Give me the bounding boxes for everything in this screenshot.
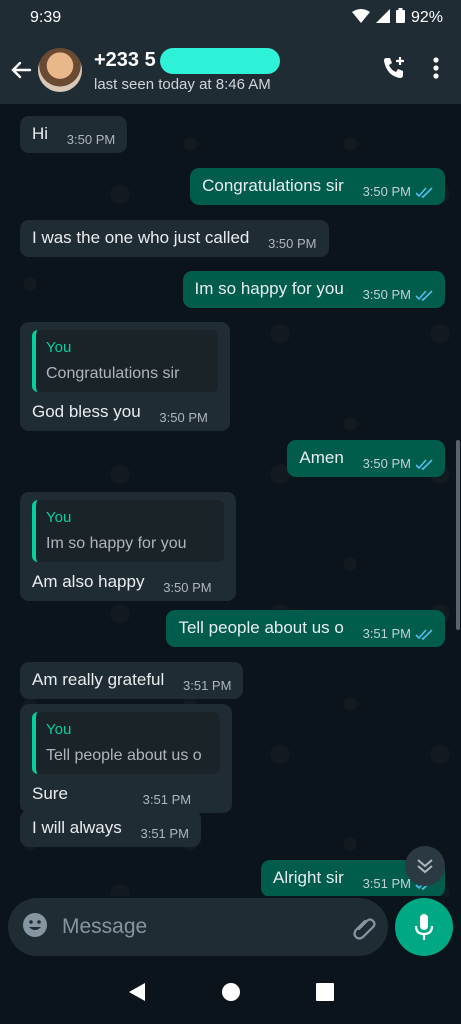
signal-icon — [375, 8, 390, 28]
message-text: Am really grateful — [32, 670, 165, 689]
quote-author: You — [46, 509, 72, 526]
more-vert-icon[interactable] — [433, 56, 439, 84]
time-label: 3:51 PM — [142, 792, 192, 807]
message-incoming-reply[interactable]: You Im so happy for you Am also happy 3:… — [20, 492, 236, 601]
attach-icon[interactable] — [351, 913, 377, 941]
time-label: 3:51 PM — [362, 626, 411, 641]
message-composer — [8, 898, 420, 956]
quote-text: Congratulations sir — [46, 365, 180, 382]
time-label: 3:51 PM — [183, 678, 232, 693]
message-time: 3:51 PM — [363, 624, 433, 644]
message-text: Im so happy for you — [194, 279, 344, 298]
mic-button[interactable] — [395, 898, 453, 956]
message-input[interactable] — [62, 915, 333, 939]
nav-home-icon[interactable] — [221, 982, 241, 1007]
quote-text: Im so happy for you — [46, 535, 187, 552]
emoji-icon[interactable] — [22, 912, 48, 943]
quoted-message[interactable]: You Congratulations sir — [32, 330, 218, 392]
message-time: 3:51 PM — [140, 824, 188, 844]
read-receipt-icon — [415, 186, 433, 198]
system-nav-bar — [0, 964, 461, 1024]
quoted-message[interactable]: You Im so happy for you — [32, 500, 224, 562]
time-label: 3:50 PM — [362, 456, 411, 471]
scrollbar[interactable] — [456, 440, 460, 630]
last-seen: last seen today at 8:46 AM — [94, 75, 271, 93]
status-time: 9:39 — [30, 9, 62, 26]
message-text: Am also happy — [32, 572, 145, 591]
time-label: 3:50 PM — [66, 132, 116, 147]
message-incoming-reply[interactable]: You Tell people about us o Sure 3:51 PM — [20, 704, 232, 813]
message-incoming[interactable]: I will always 3:51 PM — [20, 810, 201, 847]
message-text: Sure — [32, 784, 68, 803]
time-label: 3:50 PM — [163, 580, 212, 595]
time-label: 3:50 PM — [268, 236, 317, 251]
nav-back-icon[interactable] — [127, 981, 147, 1008]
battery-level: 92% — [410, 9, 443, 26]
chat-header: +233 5 last seen today at 8:46 AM — [0, 36, 461, 104]
redaction-mark — [159, 47, 280, 74]
message-time: 3:50 PM — [163, 578, 211, 598]
read-receipt-icon — [415, 458, 433, 470]
message-outgoing[interactable]: Tell people about us o 3:51 PM — [166, 610, 445, 647]
message-incoming-reply[interactable]: You Congratulations sir God bless you 3:… — [20, 322, 230, 431]
time-label: 3:50 PM — [362, 184, 411, 199]
battery-icon — [395, 8, 405, 28]
header-actions — [381, 55, 453, 86]
read-receipt-icon — [415, 289, 433, 301]
message-outgoing[interactable]: Im so happy for you 3:50 PM — [182, 271, 445, 308]
message-incoming[interactable]: I was the one who just called 3:50 PM — [20, 220, 329, 257]
message-time: 3:51 PM — [143, 790, 191, 810]
wifi-icon — [351, 8, 370, 28]
time-label: 3:51 PM — [362, 876, 411, 891]
time-label: 3:50 PM — [362, 287, 411, 302]
time-label: 3:50 PM — [159, 410, 208, 425]
message-time: 3:50 PM — [159, 408, 207, 428]
add-call-icon[interactable] — [381, 55, 407, 86]
message-text: Congratulations sir — [202, 176, 344, 195]
contact-info[interactable]: +233 5 last seen today at 8:46 AM — [94, 47, 381, 93]
mic-icon — [414, 914, 434, 940]
avatar[interactable] — [38, 48, 82, 92]
contact-name: +233 5 — [94, 47, 381, 74]
scroll-down-icon[interactable] — [405, 846, 445, 886]
message-outgoing[interactable]: Congratulations sir 3:50 PM — [190, 168, 445, 205]
message-text: I will always — [32, 818, 122, 837]
message-text: Alright sir — [272, 868, 344, 887]
chat-area[interactable]: Hi 3:50 PM Congratulations sir 3:50 PM I… — [0, 104, 461, 896]
message-time: 3:50 PM — [363, 285, 433, 305]
message-incoming[interactable]: Am really grateful 3:51 PM — [20, 662, 244, 699]
quoted-message[interactable]: You Tell people about us o — [32, 712, 220, 774]
message-text: I was the one who just called — [32, 228, 250, 247]
status-bar: 9:39 92% — [0, 0, 461, 36]
message-text: Tell people about us o — [178, 618, 344, 637]
status-indicators: 92% — [351, 8, 443, 28]
message-time: 3:50 PM — [363, 182, 433, 202]
read-receipt-icon — [415, 628, 433, 640]
message-text: Hi — [32, 124, 49, 143]
message-time: 3:50 PM — [268, 234, 316, 254]
message-time: 3:50 PM — [67, 130, 115, 150]
back-arrow-icon[interactable] — [8, 57, 34, 83]
contact-name-text: +233 5 — [94, 49, 156, 71]
time-label: 3:51 PM — [140, 826, 189, 841]
message-time: 3:50 PM — [363, 454, 433, 474]
quote-author: You — [46, 721, 72, 738]
quote-text: Tell people about us o — [46, 747, 202, 764]
message-outgoing[interactable]: Amen 3:50 PM — [287, 440, 445, 477]
message-text: Amen — [299, 448, 344, 467]
message-text: God bless you — [32, 402, 141, 421]
message-incoming[interactable]: Hi 3:50 PM — [20, 116, 128, 153]
message-time: 3:51 PM — [183, 676, 231, 696]
nav-recents-icon[interactable] — [315, 982, 334, 1006]
quote-author: You — [46, 339, 72, 356]
